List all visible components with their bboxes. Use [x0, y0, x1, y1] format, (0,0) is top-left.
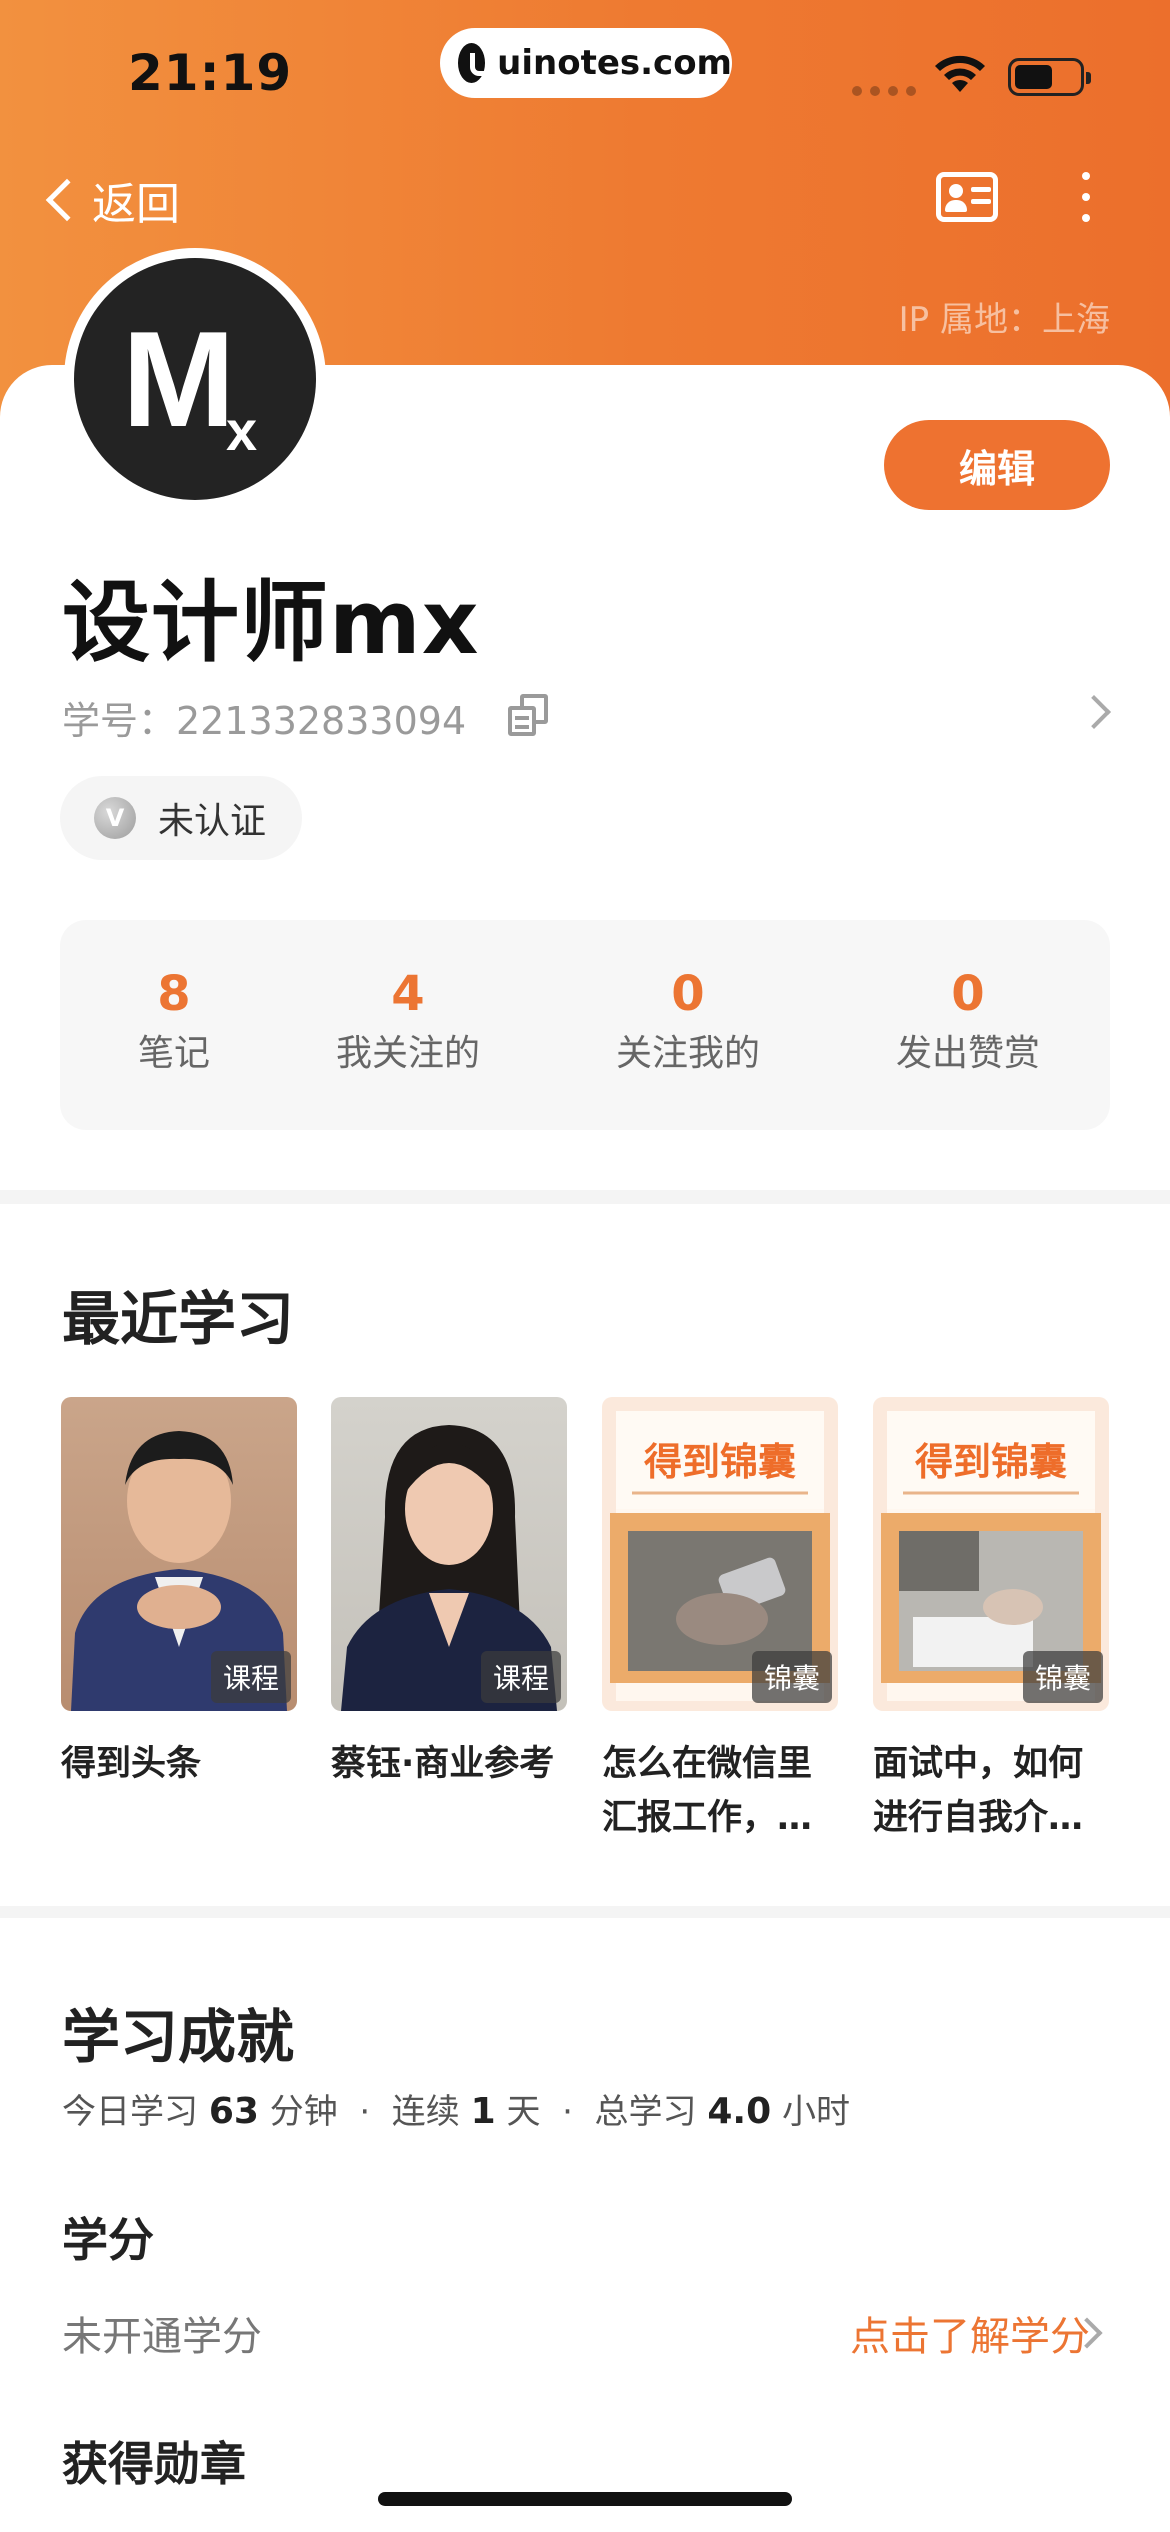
cellular-signal-icon [852, 86, 916, 96]
stat-label: 发出赞赏 [895, 1033, 1040, 1074]
course-title: 面试中，如何进行自我介… [873, 1744, 1084, 1838]
course-tag: 锦囊 [1022, 1651, 1103, 1703]
student-id: 学号：221332833094 [62, 699, 467, 743]
stat-following[interactable]: 4 我关注的 [324, 920, 492, 1130]
today-minutes: 63 [208, 2091, 259, 2132]
back-button[interactable]: 返回 [40, 168, 180, 232]
username: 设计师mx [62, 571, 480, 674]
back-label: 返回 [92, 179, 180, 230]
course-tag: 课程 [480, 1651, 561, 1703]
credits-title: 学分 [62, 2213, 154, 2267]
stat-notes[interactable]: 8 笔记 [110, 920, 238, 1130]
stat-value: 0 [951, 966, 985, 1022]
back-chevron-icon [45, 178, 89, 222]
stat-label: 我关注的 [335, 1033, 480, 1074]
more-icon[interactable] [1080, 172, 1092, 222]
stat-followers[interactable]: 0 关注我的 [604, 920, 772, 1130]
course-thumbnail: 课程 [61, 1397, 297, 1711]
ip-location: IP 属地：上海 [898, 300, 1110, 340]
home-indicator [378, 2492, 792, 2506]
battery-icon [1008, 58, 1091, 96]
course-title: 怎么在微信里汇报工作，… [602, 1744, 813, 1838]
avatar[interactable]: M x [64, 248, 326, 510]
verify-icon: V [94, 797, 136, 839]
achievement-title: 学习成就 [62, 2003, 295, 2071]
stats-panel: 8 笔记 4 我关注的 0 关注我的 0 发出赞赏 [60, 920, 1110, 1130]
credits-link[interactable]: 点击了解学分 [850, 2304, 1090, 2362]
section-divider [0, 1190, 1170, 1204]
url-text: uinotes.com [497, 43, 732, 83]
url-pill[interactable]: uinotes.com [440, 28, 732, 98]
edit-button[interactable]: 编辑 [884, 420, 1110, 510]
avatar-logo: M x [122, 303, 257, 462]
course-tag: 锦囊 [751, 1651, 832, 1703]
course-title: 蔡钰·商业参考 [331, 1744, 555, 1784]
course-tag: 课程 [210, 1651, 291, 1703]
id-card-icon[interactable] [936, 172, 998, 222]
course-card[interactable]: 课程 得到头条 [61, 1397, 297, 1791]
copy-icon[interactable] [508, 694, 548, 736]
svg-text:x: x [226, 399, 257, 462]
stat-value: 4 [391, 966, 425, 1022]
site-logo-icon [458, 43, 497, 83]
learning-summary: 今日学习 63 分钟 · 连续 1 天 · 总学习 4.0 小时 [62, 2091, 850, 2132]
total-hours: 4.0 [707, 2091, 772, 2132]
course-thumbnail: 得到锦囊 锦囊 [873, 1397, 1109, 1711]
section-divider [0, 1906, 1170, 1918]
status-time: 21:19 [128, 44, 293, 102]
stat-label: 笔记 [137, 1033, 210, 1074]
verify-label: 未认证 [158, 801, 267, 842]
streak-days: 1 [470, 2091, 496, 2132]
stat-rewards[interactable]: 0 发出赞赏 [884, 920, 1052, 1130]
guide-banner: 得到锦囊 [914, 1440, 1067, 1484]
course-thumbnail: 得到锦囊 锦囊 [602, 1397, 838, 1711]
verify-badge[interactable]: V 未认证 [60, 776, 302, 860]
stat-value: 0 [671, 966, 705, 1022]
course-card[interactable]: 得到锦囊 锦囊 面试中，如何进行自我介… [873, 1397, 1109, 1845]
course-title: 得到头条 [61, 1744, 202, 1784]
svg-text:M: M [122, 303, 235, 455]
course-card[interactable]: 课程 蔡钰·商业参考 [331, 1397, 567, 1791]
course-thumbnail: 课程 [331, 1397, 567, 1711]
course-card[interactable]: 得到锦囊 锦囊 怎么在微信里汇报工作，… [602, 1397, 838, 1845]
stat-label: 关注我的 [615, 1033, 760, 1074]
credits-status: 未开通学分 [62, 2314, 262, 2360]
stat-value: 8 [157, 966, 191, 1022]
recent-title: 最近学习 [62, 1285, 295, 1353]
medals-title: 获得勋章 [62, 2437, 246, 2491]
guide-banner: 得到锦囊 [643, 1440, 796, 1484]
wifi-icon [935, 55, 985, 92]
